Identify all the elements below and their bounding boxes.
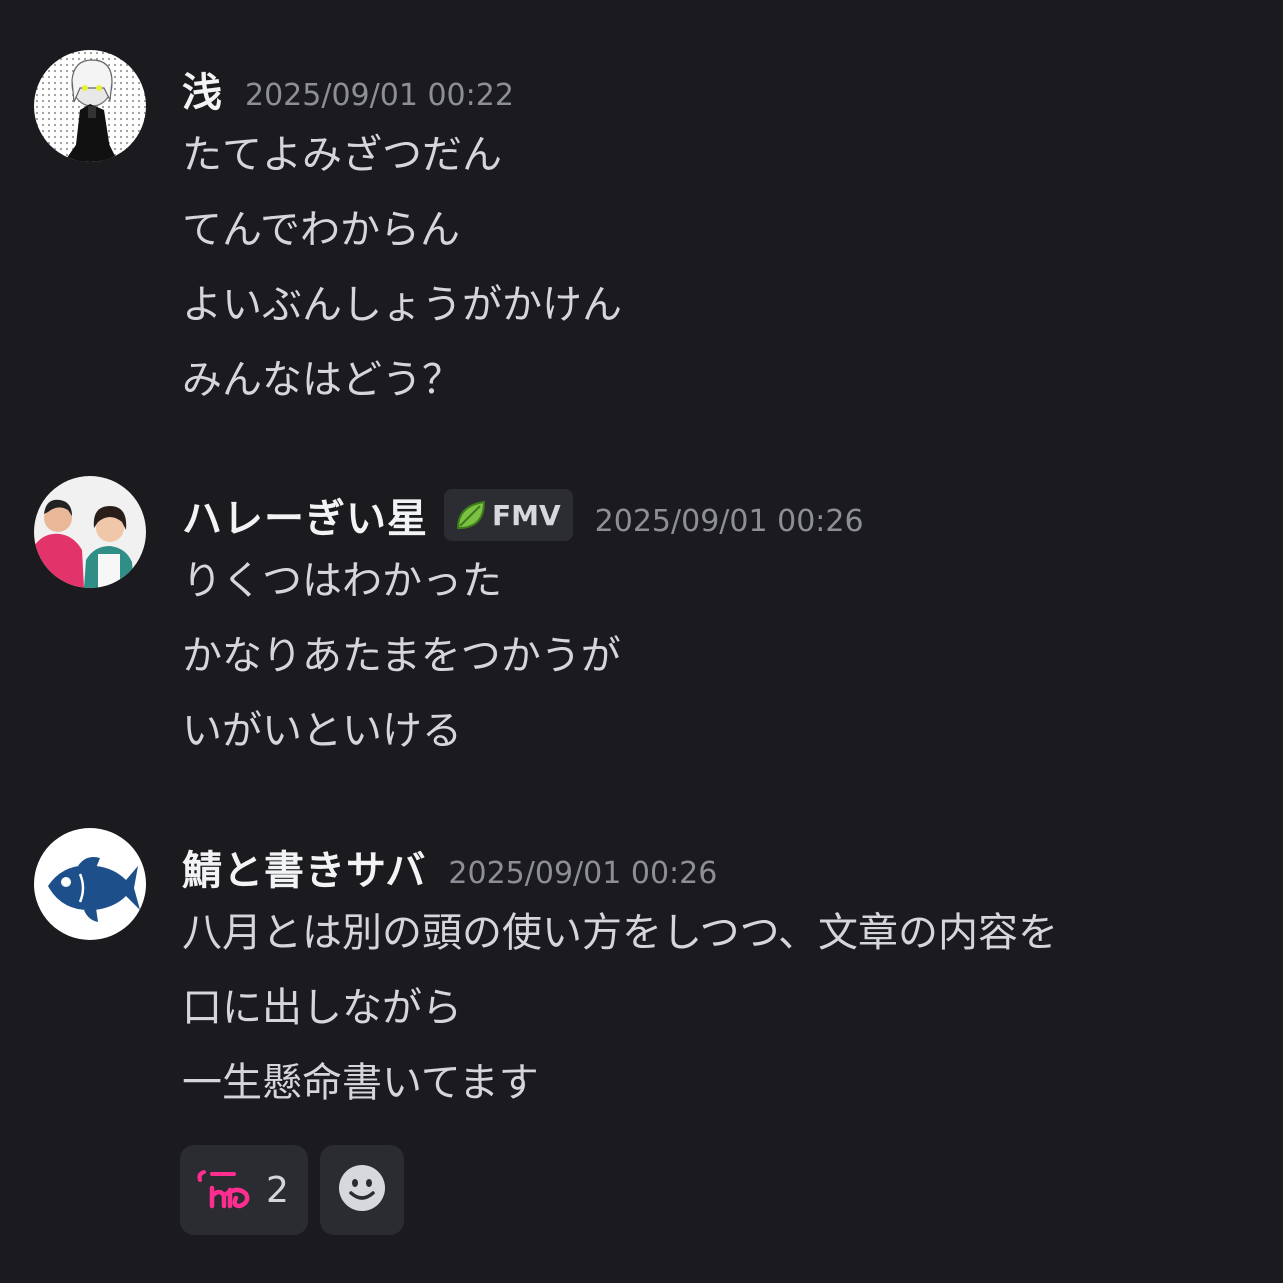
message-line: いがいといける	[182, 708, 462, 754]
message-header: 鯖と書きサバ 2025/09/01 00:26	[182, 838, 1243, 896]
fish-icon	[34, 828, 146, 940]
avatar[interactable]	[34, 50, 146, 162]
message-header: ハレーぎい星 FMV 2025/09/01 00:26	[182, 486, 1243, 544]
message-content: 鯖と書きサバ 2025/09/01 00:26 八月とは別の頭の使い方をしつつ、…	[182, 838, 1243, 1121]
message-content: 浅 2025/09/01 00:22 たてよみざつだん てんでわからん よいぶん…	[182, 60, 1243, 418]
username[interactable]: 浅	[182, 60, 223, 118]
message-line: かなりあたまをつかうが	[182, 633, 621, 679]
message-line: たてよみざつだん	[182, 132, 502, 178]
message-line: よいぶんしょうがかけん	[182, 282, 622, 328]
avatar[interactable]	[34, 476, 146, 588]
add-reaction-button[interactable]	[320, 1145, 404, 1235]
message-content: ハレーぎい星 FMV 2025/09/01 00:26 りくつはわかった かなり…	[182, 486, 1243, 769]
tag-label: FMV	[492, 498, 561, 532]
user-avatar-photo	[34, 476, 146, 588]
message-line: みんなはどう？	[182, 357, 462, 403]
timestamp: 2025/09/01 00:26	[448, 855, 718, 891]
server-tag[interactable]: FMV	[444, 489, 573, 541]
timestamp: 2025/09/01 00:22	[245, 77, 514, 113]
username[interactable]: ハレーぎい星	[182, 486, 428, 544]
message-line: 一生懸命書いてます	[182, 1060, 539, 1106]
add-reaction-icon	[337, 1163, 387, 1217]
reaction-count: 2	[266, 1169, 289, 1211]
message-line: てんでわからん	[182, 207, 460, 253]
avatar[interactable]	[34, 828, 146, 940]
reactions-bar: 2	[180, 1145, 404, 1235]
timestamp: 2025/09/01 00:26	[594, 503, 864, 539]
chat-log: 浅 2025/09/01 00:22 たてよみざつだん てんでわからん よいぶん…	[0, 0, 1283, 1283]
user-avatar-illustration	[34, 50, 146, 162]
message-header: 浅 2025/09/01 00:22	[182, 60, 1243, 118]
username[interactable]: 鯖と書きサバ	[182, 838, 426, 896]
message-line: 口に出しながら	[182, 985, 462, 1031]
leaf-icon	[454, 498, 488, 532]
custom-text-emoji-icon	[194, 1164, 252, 1216]
message-line: りくつはわかった	[182, 558, 502, 604]
message-line: 八月とは別の頭の使い方をしつつ、文章の内容を	[182, 910, 1058, 956]
reaction-button[interactable]: 2	[180, 1145, 308, 1235]
